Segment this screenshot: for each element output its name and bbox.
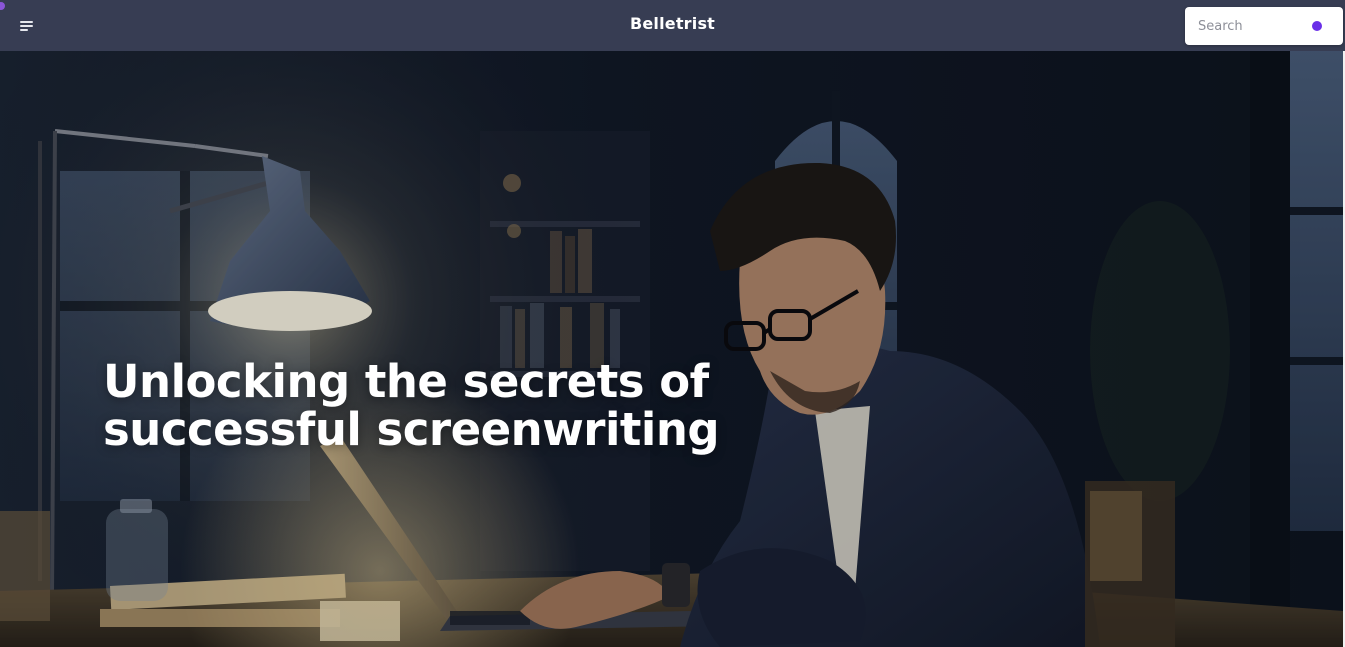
top-navigation-bar: Belletrist — [0, 0, 1345, 51]
hero-image — [0, 51, 1343, 647]
hero-headline-line-2: successful screenwriting — [103, 403, 720, 456]
site-brand[interactable]: Belletrist — [0, 14, 1345, 33]
hero-banner: Unlocking the secrets of successful scre… — [0, 51, 1343, 647]
menu-button[interactable] — [14, 14, 38, 38]
hero-headline-line-1: Unlocking the secrets of — [103, 355, 709, 408]
search-indicator-dot[interactable] — [1312, 21, 1322, 31]
search-box[interactable] — [1185, 7, 1343, 45]
corner-indicator-dot — [0, 2, 5, 10]
hero-headline: Unlocking the secrets of successful scre… — [103, 358, 863, 454]
